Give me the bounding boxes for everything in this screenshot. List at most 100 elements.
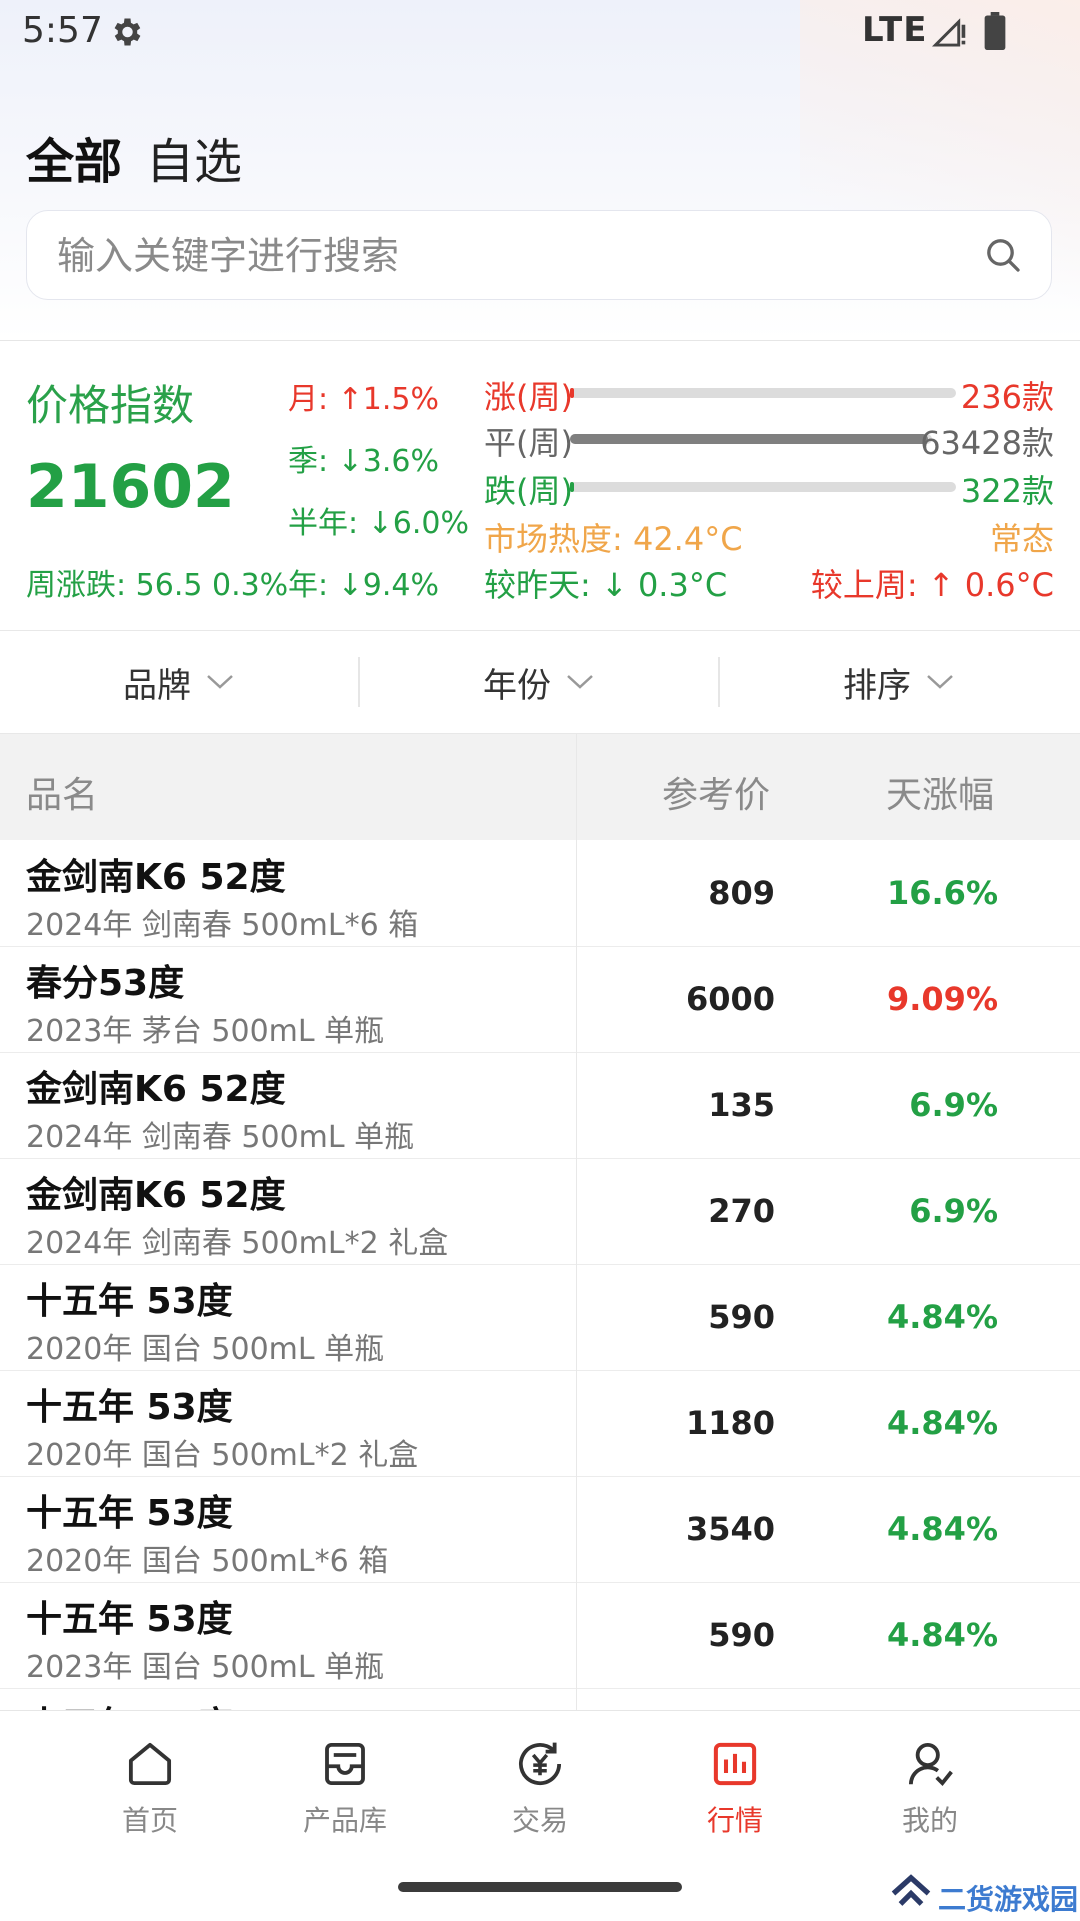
watermark-text: 二货游戏园 [938, 1883, 1079, 1916]
product-name: 十五年 53度 [26, 1599, 233, 1640]
nav-market-label: 行情 [706, 1804, 763, 1837]
user-icon [908, 1742, 953, 1786]
product-detail: 2020年 国台 500mL 单瓶 [26, 1332, 385, 1367]
table-row[interactable]: 春分53度 2023年 茅台 500mL 单瓶 6000 9.09% [0, 946, 1080, 1053]
filter-sort[interactable]: 排序 [720, 631, 1078, 733]
table-row[interactable]: 十五年 53度 2023年 国台 500mL 单瓶 590 4.84% [0, 1582, 1080, 1689]
column-divider [576, 734, 577, 1710]
product-name: 金剑南K6 52度 [26, 1069, 286, 1110]
product-name: 十五年 53度 [26, 1387, 233, 1428]
weekly-flat-count: 63428款 [920, 424, 1054, 462]
tab-favorites[interactable]: 自选 [146, 122, 242, 192]
home-indicator[interactable] [398, 1882, 682, 1892]
nav-trade[interactable]: 交易 [460, 1737, 620, 1847]
weekly-up-count: 236款 [960, 378, 1054, 416]
daily-change: 4.84% [886, 1510, 998, 1548]
reference-price: 590 [708, 1298, 775, 1336]
filter-year-label: 年份 [483, 665, 551, 706]
nav-products[interactable]: 产品库 [265, 1737, 425, 1847]
product-detail: 2020年 国台 500mL*6 箱 [26, 1544, 389, 1579]
search-box[interactable] [26, 210, 1052, 301]
price-index-value: 21602 [26, 452, 235, 522]
nav-mine-label: 我的 [901, 1804, 958, 1837]
nav-home[interactable]: 首页 [70, 1737, 230, 1847]
filter-brand[interactable]: 品牌 [0, 631, 358, 733]
divider [0, 340, 1080, 341]
product-name: 十五年 53度 [26, 1493, 233, 1534]
inbox-icon [325, 1742, 365, 1786]
stat-year: 年: ↓9.4% [288, 568, 439, 603]
daily-change: 6.9% [909, 1086, 998, 1124]
bar-chart-icon [713, 1742, 757, 1786]
product-detail: 2024年 剑南春 500mL*6 箱 [26, 908, 419, 943]
daily-change: 9.09% [886, 980, 998, 1018]
daily-change: 4.84% [886, 1404, 998, 1442]
filter-bar: 品牌 年份 排序 [0, 630, 1080, 734]
reference-price: 590 [708, 1616, 775, 1654]
product-detail: 2023年 国台 500mL 单瓶 [26, 1650, 385, 1685]
nav-market[interactable]: 行情 [655, 1737, 815, 1847]
table-header: 品名 参考价 天涨幅 [0, 734, 1080, 840]
weekly-down-row: 跌(周) 322款 [484, 466, 1054, 510]
weekly-down-label: 跌(周) [484, 472, 573, 510]
tab-all[interactable]: 全部 [26, 122, 122, 192]
yuan-exchange-icon [519, 1742, 562, 1786]
product-name: 金剑南K6 52度 [26, 857, 286, 898]
search-input[interactable] [55, 211, 959, 301]
daily-change: 4.84% [886, 1616, 998, 1654]
market-heat-row: 市场热度: 42.4°C 常态 [484, 514, 1054, 558]
table-row[interactable]: 十五年 53度 2020年 国台 500mL*2 礼盒 1180 4.84% [0, 1370, 1080, 1477]
nav-trade-label: 交易 [511, 1804, 568, 1837]
reference-price: 270 [708, 1192, 775, 1230]
search-icon[interactable] [983, 235, 1023, 275]
chevron-down-icon [927, 675, 953, 689]
product-name: 十五年 53度 [26, 1281, 233, 1322]
table-row[interactable]: 金剑南K6 52度 2024年 剑南春 500mL*6 箱 809 16.6% [0, 840, 1080, 947]
filter-brand-label: 品牌 [123, 665, 191, 706]
column-change[interactable]: 天涨幅 [886, 766, 994, 818]
daily-change: 6.9% [909, 1192, 998, 1230]
weekly-flat-label: 平(周) [484, 424, 573, 462]
table-row[interactable]: 金剑南K6 52度 2024年 剑南春 500mL*2 礼盒 270 6.9% [0, 1158, 1080, 1265]
chevron-down-icon [567, 675, 593, 689]
daily-change: 4.84% [886, 1298, 998, 1336]
table-row[interactable]: 金剑南K6 52度 2024年 剑南春 500mL 单瓶 135 6.9% [0, 1052, 1080, 1159]
table-row[interactable]: 十五年 53度 [0, 1688, 1080, 1710]
weekly-down-bar [570, 482, 956, 492]
battery-icon [984, 12, 1006, 50]
product-detail: 2024年 剑南春 500mL 单瓶 [26, 1120, 415, 1155]
market-heat-label: 市场热度: 42.4°C [484, 520, 743, 558]
product-list[interactable]: 金剑南K6 52度 2024年 剑南春 500mL*6 箱 809 16.6% 春分53… [0, 840, 1080, 1710]
reference-price: 135 [708, 1086, 775, 1124]
column-name: 品名 [26, 775, 99, 816]
nav-home-label: 首页 [121, 1804, 178, 1837]
weekly-up-label: 涨(周) [484, 378, 573, 416]
chevron-down-icon [207, 675, 233, 689]
weekly-down-count: 322款 [960, 472, 1054, 510]
product-detail: 2024年 剑南春 500mL*2 礼盒 [26, 1226, 449, 1261]
signal-icon [932, 18, 966, 47]
table-row[interactable]: 十五年 53度 2020年 国台 500mL*6 箱 3540 4.84% [0, 1476, 1080, 1583]
weekly-flat-bar [570, 434, 932, 444]
price-index-title: 价格指数 [26, 381, 195, 430]
column-price[interactable]: 参考价 [662, 766, 770, 818]
vs-last-week: 较上周: ↑ 0.6°C [810, 566, 1054, 604]
stat-month: 月: ↑1.5% [288, 382, 439, 417]
product-name: 十五年 53度 [26, 1696, 233, 1710]
status-time: 5:57 [22, 10, 103, 51]
product-detail: 2023年 茅台 500mL 单瓶 [26, 1014, 385, 1049]
stat-half-year: 半年: ↓6.0% [288, 506, 469, 541]
nav-mine[interactable]: 我的 [850, 1737, 1010, 1847]
daily-change: 16.6% [886, 874, 998, 912]
reference-price: 6000 [685, 980, 775, 1018]
filter-year[interactable]: 年份 [360, 631, 718, 733]
week-change: 周涨跌: 56.5 0.3% [26, 568, 289, 603]
reference-price: 3540 [685, 1510, 775, 1548]
table-row[interactable]: 十五年 53度 2020年 国台 500mL 单瓶 590 4.84% [0, 1264, 1080, 1371]
weekly-up-bar [570, 388, 956, 398]
gear-icon [114, 18, 141, 46]
home-icon [128, 1742, 172, 1786]
weekly-up-row: 涨(周) 236款 [484, 372, 1054, 416]
filter-sort-label: 排序 [843, 665, 911, 706]
network-type: LTE [862, 10, 928, 50]
